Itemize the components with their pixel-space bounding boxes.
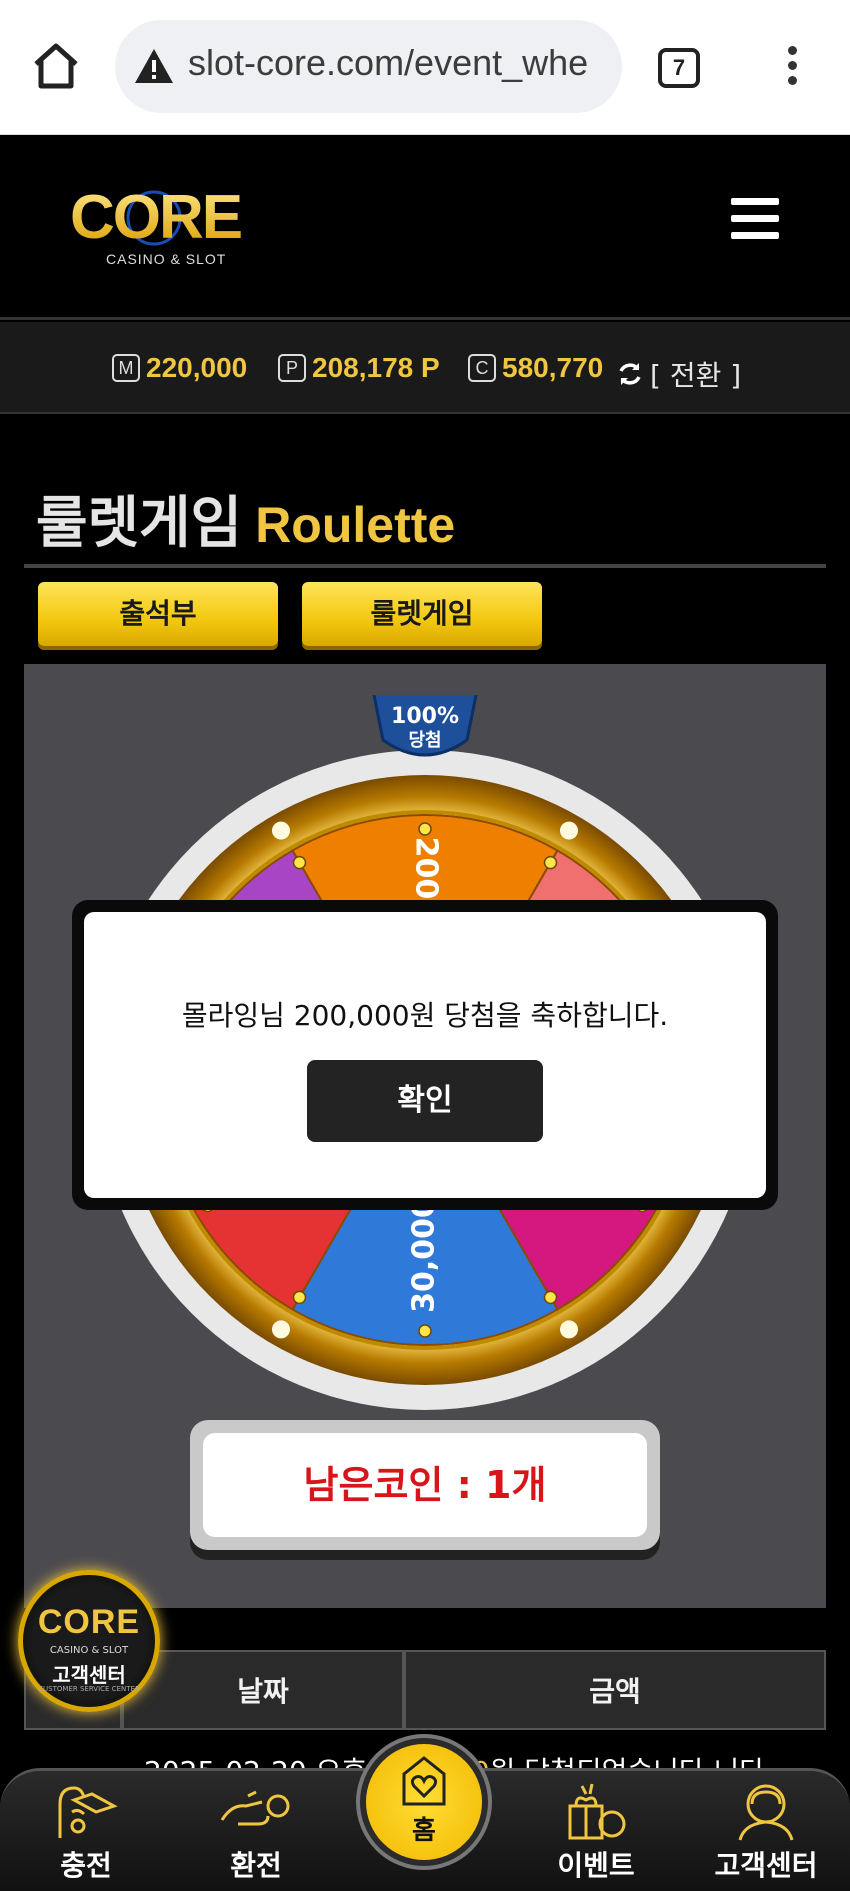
coin-icon: C bbox=[468, 354, 496, 382]
nav-charge[interactable]: 충전 bbox=[16, 1780, 156, 1891]
wheel-lamp bbox=[272, 821, 290, 840]
cs-badge-sub: CASINO & SLOT bbox=[49, 1645, 129, 1656]
gift-icon bbox=[568, 1783, 626, 1840]
win-modal-body: 몰라잉님 200,000원 당첨을 축하합니다. 확인 bbox=[84, 912, 766, 1198]
url-text: slot-core.com/event_whe bbox=[188, 42, 589, 83]
headset-icon bbox=[738, 1784, 794, 1841]
nav-charge-label: 충전 bbox=[60, 1849, 112, 1882]
nav-home-inner: 홈 bbox=[366, 1744, 482, 1860]
nav-support[interactable]: 고객센터 bbox=[696, 1780, 836, 1891]
badge-percent: 100% bbox=[391, 704, 459, 729]
heart-house-icon bbox=[402, 1756, 446, 1806]
point-value: 208,178 P bbox=[312, 352, 440, 383]
wheel-peg bbox=[418, 822, 432, 836]
tab-roulette[interactable]: 룰렛게임 bbox=[302, 582, 542, 646]
table-header-date: 날짜 bbox=[122, 1650, 404, 1730]
svg-text:CORE: CORE bbox=[70, 183, 241, 252]
nav-exchange-label: 환전 bbox=[230, 1849, 282, 1882]
core-logo[interactable]: CORE CASINO & SLOT bbox=[70, 178, 285, 274]
address-bar[interactable]: slot-core.com/event_whe bbox=[115, 20, 622, 113]
nav-event-label: 이벤트 bbox=[557, 1849, 635, 1882]
wheel-segment-label: 30,000 bbox=[407, 1197, 442, 1313]
point-balance: P 208,178 P bbox=[278, 350, 440, 386]
customer-service-badge[interactable]: CORE CASINO & SLOT 고객센터 CUSTOMER SERVICE… bbox=[18, 1570, 160, 1712]
wheel-lamp bbox=[560, 821, 578, 840]
wheel-peg bbox=[292, 1290, 307, 1305]
cs-badge-logo: CORE bbox=[37, 1603, 141, 1641]
wheel-peg bbox=[543, 855, 558, 870]
home-icon[interactable] bbox=[30, 40, 82, 92]
nav-home-label: 홈 bbox=[412, 1816, 436, 1846]
point-icon: P bbox=[278, 354, 306, 382]
nav-support-label: 고객센터 bbox=[714, 1849, 818, 1882]
remaining-coins-box: 남은코인 : 1개 bbox=[190, 1420, 660, 1550]
convert-button[interactable]: [ 전환 ] bbox=[616, 356, 741, 392]
confirm-button[interactable]: 확인 bbox=[307, 1060, 543, 1142]
win-modal: 몰라잉님 200,000원 당첨을 축하합니다. 확인 bbox=[72, 900, 778, 1210]
tab-switcher-button[interactable]: 7 bbox=[658, 48, 700, 88]
wheel-peg bbox=[418, 1324, 432, 1338]
exchange-icon bbox=[220, 1790, 290, 1826]
table-header-amount: 금액 bbox=[404, 1650, 826, 1730]
warning-icon bbox=[135, 49, 173, 83]
tab-attendance[interactable]: 출석부 bbox=[38, 582, 278, 646]
wheel-lamp bbox=[272, 1320, 290, 1339]
page-title-ko: 룰렛게임 bbox=[36, 491, 243, 556]
more-menu-icon[interactable] bbox=[782, 46, 802, 90]
coin-value: 580,770 bbox=[502, 352, 604, 383]
money-icon: M bbox=[112, 354, 140, 382]
svg-text:CASINO & SLOT: CASINO & SLOT bbox=[106, 251, 226, 267]
nav-exchange[interactable]: 환전 bbox=[186, 1780, 326, 1891]
refresh-icon bbox=[619, 363, 641, 385]
nav-home[interactable]: 홈 bbox=[356, 1734, 492, 1870]
app-root: slot-core.com/event_whe 7 CORE CASINO & … bbox=[0, 0, 850, 1891]
page-title: 룰렛게임 Roulette bbox=[36, 478, 455, 556]
remaining-coins-label: 남은코인 : 1개 bbox=[203, 1433, 647, 1537]
wheel-peg bbox=[543, 1290, 558, 1305]
page-title-en: Roulette bbox=[255, 497, 456, 553]
money-value: 220,000 bbox=[146, 352, 248, 383]
browser-toolbar: slot-core.com/event_whe 7 bbox=[0, 0, 850, 135]
cs-badge-label: 고객센터 bbox=[52, 1663, 126, 1687]
win-message: 몰라잉님 200,000원 당첨을 축하합니다. bbox=[181, 999, 669, 1032]
nav-event[interactable]: 이벤트 bbox=[526, 1780, 666, 1891]
wheel-peg bbox=[292, 855, 307, 870]
coin-balance: C 580,770 bbox=[468, 350, 603, 386]
wheel-lamp bbox=[560, 1320, 578, 1339]
menu-icon[interactable] bbox=[731, 198, 779, 240]
money-balance: M 220,000 bbox=[112, 350, 247, 386]
charge-icon bbox=[58, 1786, 118, 1838]
badge-win: 당첨 bbox=[408, 730, 441, 751]
title-divider bbox=[24, 564, 826, 568]
convert-label: [ 전환 ] bbox=[650, 359, 742, 392]
cs-badge-tiny: CUSTOMER SERVICE CENTER bbox=[38, 1685, 140, 1693]
